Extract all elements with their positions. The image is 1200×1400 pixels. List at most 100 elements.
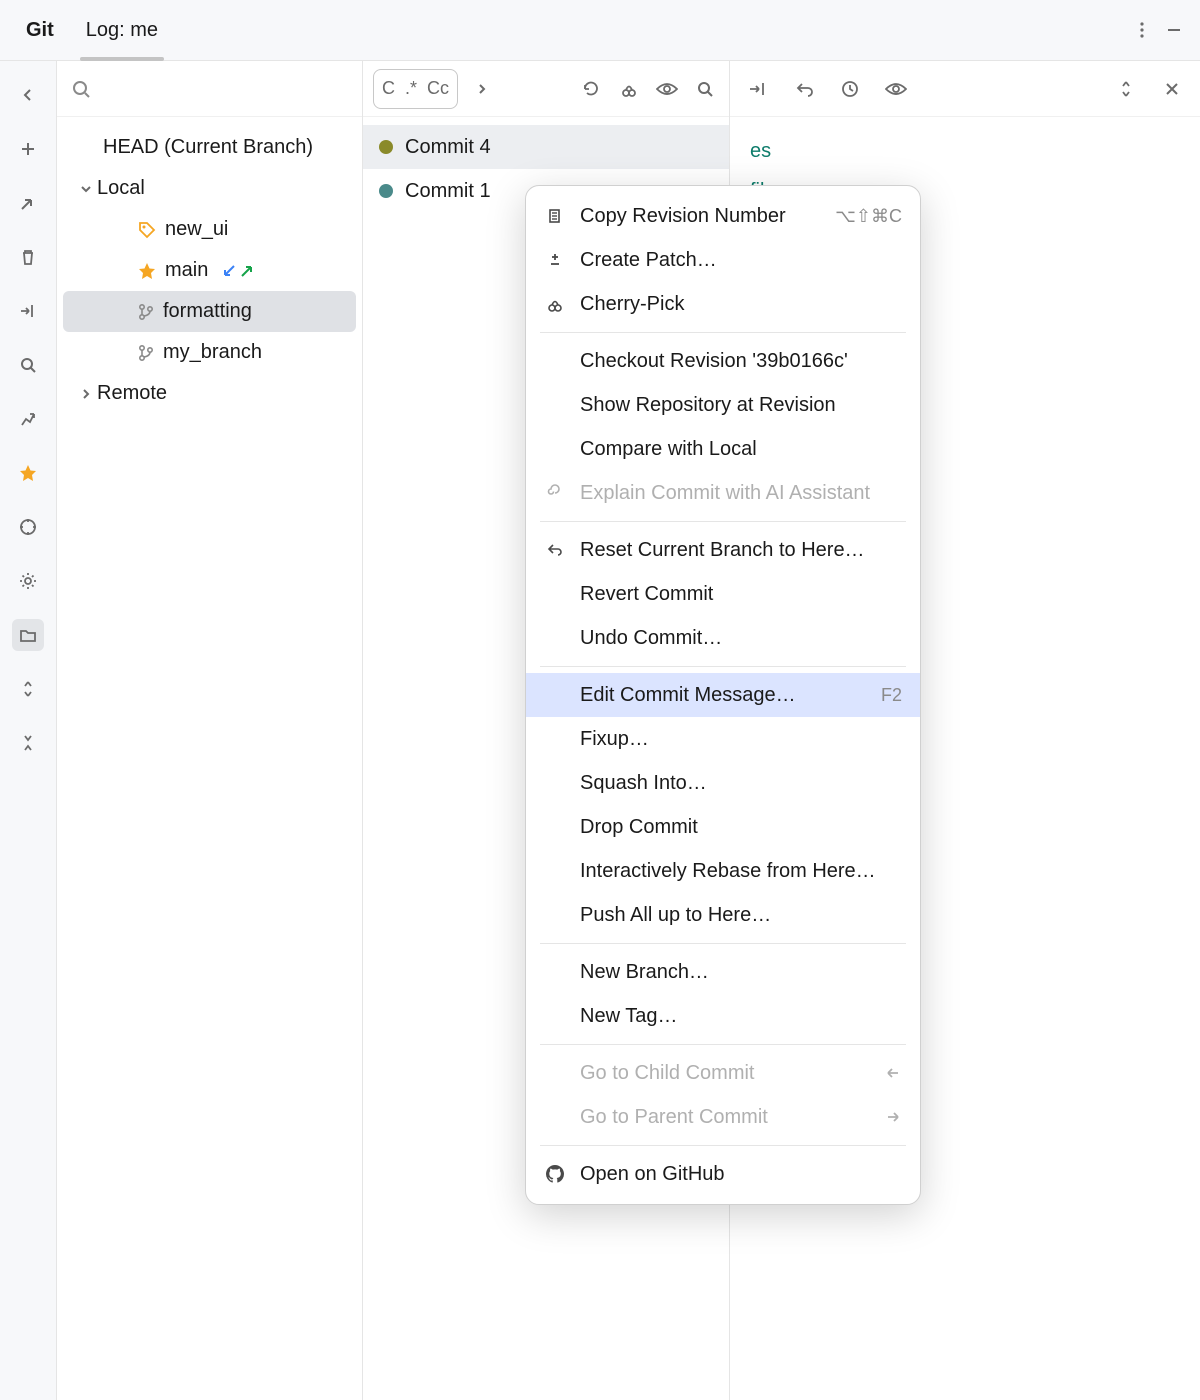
- menu-label: Copy Revision Number: [580, 205, 821, 228]
- menu-label: Push All up to Here…: [580, 904, 902, 927]
- search-icon[interactable]: [691, 80, 719, 98]
- case-filter-icon: Cc: [427, 78, 449, 99]
- minimize-icon[interactable]: [1158, 14, 1190, 46]
- incoming-arrow-icon[interactable]: [12, 187, 44, 219]
- chevron-right-icon[interactable]: [468, 82, 496, 96]
- menu-label: Checkout Revision '39b0166c': [580, 350, 902, 373]
- menu-edit-commit-message[interactable]: Edit Commit Message… F2: [526, 673, 920, 717]
- graph-icon[interactable]: [12, 403, 44, 435]
- menu-squash-into[interactable]: Squash Into…: [526, 761, 920, 805]
- file-row[interactable]: es: [750, 131, 1180, 171]
- gear-icon[interactable]: [12, 565, 44, 597]
- arrow-right-icon: [884, 1110, 902, 1124]
- target-icon[interactable]: [12, 511, 44, 543]
- menu-go-child: Go to Child Commit: [526, 1051, 920, 1095]
- trash-icon[interactable]: [12, 241, 44, 273]
- arrow-into-icon[interactable]: [744, 80, 772, 98]
- commit-dot-icon: [379, 184, 393, 198]
- tab-log[interactable]: Log: me: [70, 0, 174, 60]
- branch-main[interactable]: main: [57, 250, 362, 291]
- plus-icon[interactable]: [12, 133, 44, 165]
- menu-label: Go to Child Commit: [580, 1062, 870, 1085]
- tag-icon: [137, 220, 157, 240]
- menu-checkout-revision[interactable]: Checkout Revision '39b0166c': [526, 339, 920, 383]
- menu-cherry-pick[interactable]: Cherry-Pick: [526, 282, 920, 326]
- menu-push-all[interactable]: Push All up to Here…: [526, 893, 920, 937]
- expand-vertical-icon[interactable]: [1112, 79, 1140, 99]
- menu-label: Open on GitHub: [580, 1163, 902, 1186]
- menu-separator: [540, 332, 906, 333]
- menu-new-branch[interactable]: New Branch…: [526, 950, 920, 994]
- regex-filter-icon: .*: [405, 78, 417, 99]
- more-vertical-icon[interactable]: [1126, 14, 1158, 46]
- menu-label: Show Repository at Revision: [580, 394, 902, 417]
- tree-remote[interactable]: Remote: [57, 373, 362, 414]
- menu-separator: [540, 666, 906, 667]
- branch-label: my_branch: [163, 341, 262, 364]
- undo-icon[interactable]: [790, 80, 818, 98]
- menu-label: Squash Into…: [580, 772, 902, 795]
- commits-toolbar: C .* Cc: [363, 61, 729, 117]
- menu-label: Compare with Local: [580, 438, 902, 461]
- branch-my-branch[interactable]: my_branch: [57, 332, 362, 373]
- refresh-icon[interactable]: [577, 79, 605, 99]
- sync-arrows: [222, 264, 254, 278]
- menu-label: Drop Commit: [580, 816, 902, 839]
- branch-label: main: [165, 259, 208, 282]
- commit-label: Commit 1: [405, 180, 491, 203]
- branch-formatting[interactable]: formatting: [63, 291, 356, 332]
- menu-label: New Branch…: [580, 961, 902, 984]
- menu-new-tag[interactable]: New Tag…: [526, 994, 920, 1038]
- menu-label: New Tag…: [580, 1005, 902, 1028]
- branch-icon: [137, 303, 155, 321]
- menu-open-github[interactable]: Open on GitHub: [526, 1152, 920, 1196]
- star-icon[interactable]: [12, 457, 44, 489]
- menu-fixup[interactable]: Fixup…: [526, 717, 920, 761]
- spiral-icon: [544, 484, 566, 502]
- close-icon[interactable]: [1158, 81, 1186, 97]
- menu-show-repo[interactable]: Show Repository at Revision: [526, 383, 920, 427]
- github-icon: [544, 1164, 566, 1184]
- eye-icon[interactable]: [653, 82, 681, 96]
- menu-undo-commit[interactable]: Undo Commit…: [526, 616, 920, 660]
- branches-panel: HEAD (Current Branch) Local new_ui main: [57, 61, 363, 1400]
- branch-search-row: [57, 61, 362, 117]
- filter-box[interactable]: C .* Cc: [373, 69, 458, 109]
- search-icon[interactable]: [71, 79, 91, 99]
- plus-minus-icon: [544, 252, 566, 268]
- menu-reset-branch[interactable]: Reset Current Branch to Here…: [526, 528, 920, 572]
- cherry-pick-icon: [544, 295, 566, 313]
- menu-label: Reset Current Branch to Here…: [580, 539, 902, 562]
- menu-label: Interactively Rebase from Here…: [580, 860, 902, 883]
- chevron-left-icon[interactable]: [12, 79, 44, 111]
- star-icon: [137, 261, 157, 281]
- collapse-vertical-icon[interactable]: [12, 727, 44, 759]
- folder-icon[interactable]: [12, 619, 44, 651]
- commit-row[interactable]: Commit 4: [363, 125, 729, 169]
- copy-icon: [544, 207, 566, 225]
- clock-icon[interactable]: [836, 79, 864, 99]
- menu-copy-revision[interactable]: Copy Revision Number ⌥⇧⌘C: [526, 194, 920, 238]
- menu-drop-commit[interactable]: Drop Commit: [526, 805, 920, 849]
- cherry-pick-icon[interactable]: [615, 79, 643, 99]
- tree-head[interactable]: HEAD (Current Branch): [57, 127, 362, 168]
- menu-interactive-rebase[interactable]: Interactively Rebase from Here…: [526, 849, 920, 893]
- menu-revert-commit[interactable]: Revert Commit: [526, 572, 920, 616]
- arrow-into-icon[interactable]: [12, 295, 44, 327]
- expand-vertical-icon[interactable]: [12, 673, 44, 705]
- menu-separator: [540, 943, 906, 944]
- eye-icon[interactable]: [882, 82, 910, 96]
- menu-create-patch[interactable]: Create Patch…: [526, 238, 920, 282]
- branch-label: new_ui: [165, 218, 228, 241]
- branch-icon: [137, 344, 155, 362]
- branches-tree: HEAD (Current Branch) Local new_ui main: [57, 117, 362, 414]
- outgoing-icon: [240, 264, 254, 278]
- chevron-right-icon: [75, 387, 97, 401]
- branch-label: formatting: [163, 300, 252, 323]
- search-icon[interactable]: [12, 349, 44, 381]
- details-toolbar: [730, 61, 1200, 117]
- tab-git[interactable]: Git: [10, 0, 70, 60]
- branch-new-ui[interactable]: new_ui: [57, 209, 362, 250]
- tree-local[interactable]: Local: [57, 168, 362, 209]
- menu-compare-local[interactable]: Compare with Local: [526, 427, 920, 471]
